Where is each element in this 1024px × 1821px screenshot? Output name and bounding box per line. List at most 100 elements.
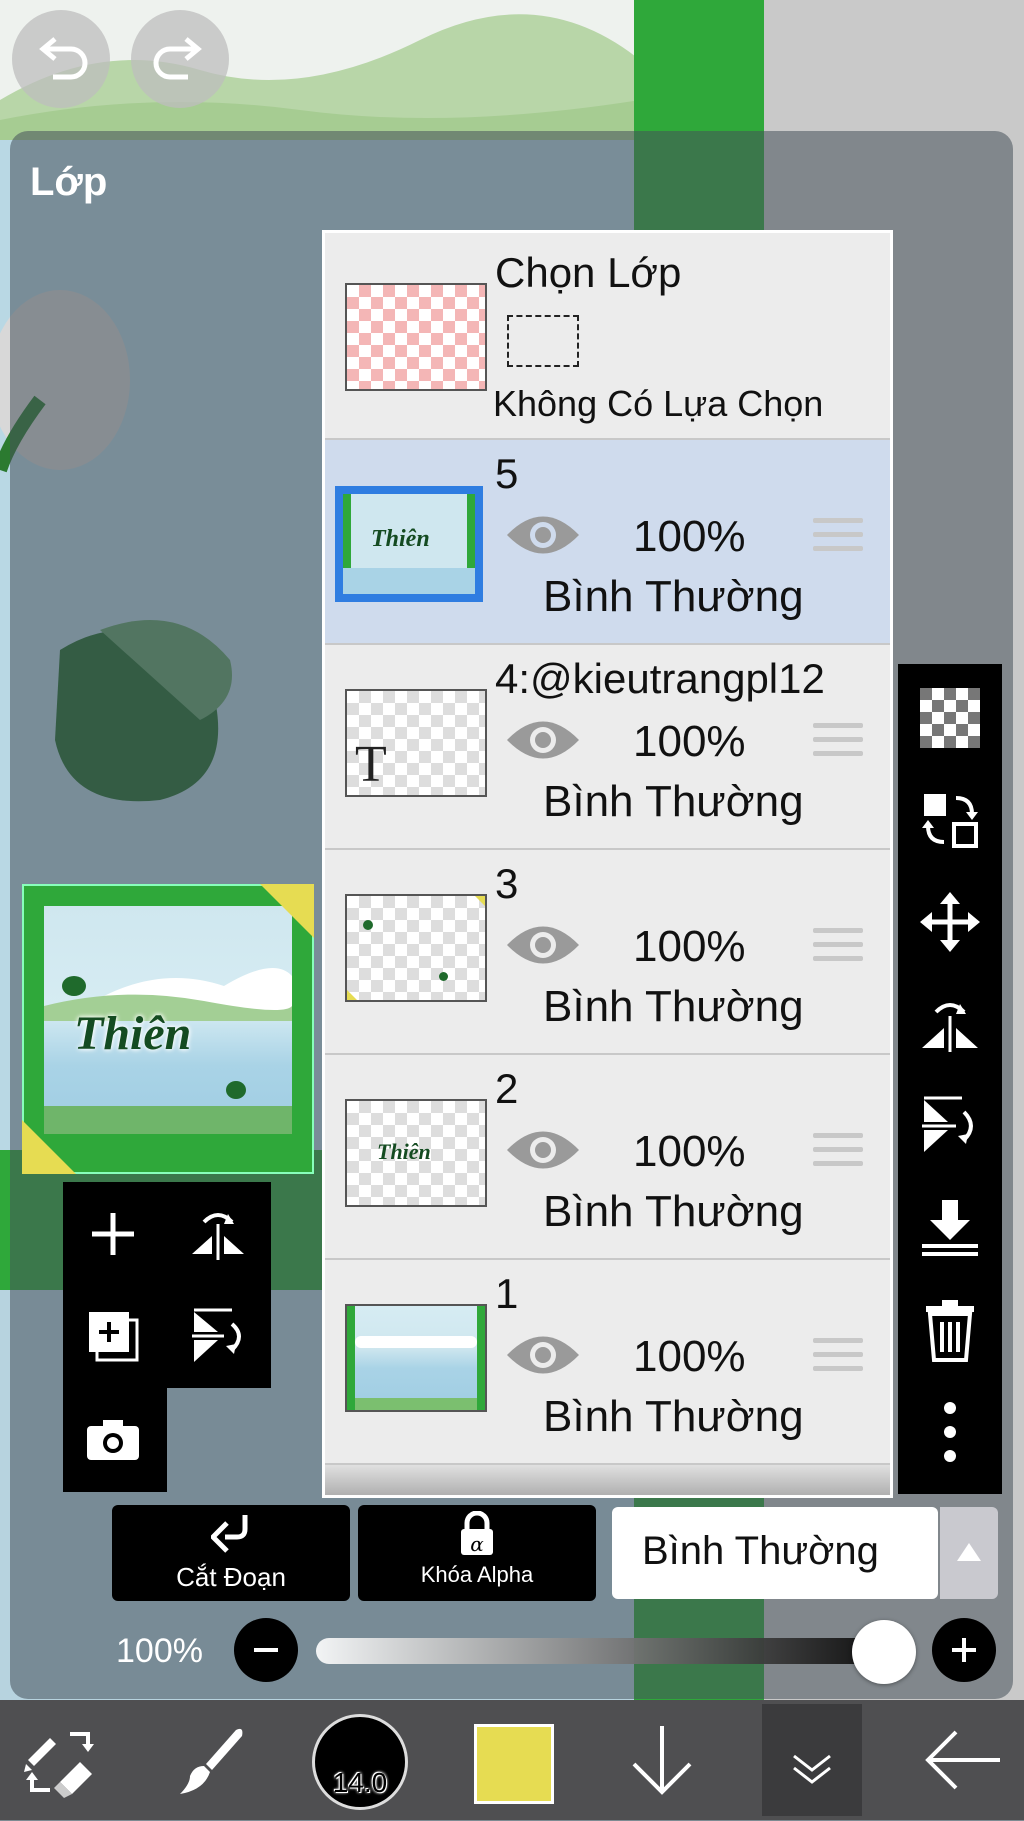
flip-horizontal-icon [922,1003,978,1052]
opacity-decrease-button[interactable] [234,1618,298,1682]
plus-icon [952,1638,976,1662]
layer-row[interactable]: Thiên 5 100% Bình Thường [325,440,890,645]
layer-opacity: 100% [633,1332,746,1381]
flip-horizontal-button[interactable] [916,990,984,1058]
layer-name: 2 [495,1065,519,1112]
layer-name: 4:@kieutrangpl12 [495,655,825,702]
preview-title-text: Thiên [74,1007,192,1060]
transparent-fill-button[interactable] [916,684,984,752]
opacity-increase-button[interactable] [932,1618,996,1682]
layer-thumbnail [345,894,487,1002]
layer-blend-mode: Bình Thường [543,982,804,1031]
layer-side-toolbar [898,664,1002,1494]
more-vertical-icon [944,1402,956,1462]
thumbnail-text: Thiên [377,1139,431,1164]
move-arrows-icon [920,892,980,952]
layer-row[interactable]: 1 100% Bình Thường [325,1260,890,1465]
undo-button[interactable] [12,10,110,108]
swap-layers-button[interactable] [916,786,984,854]
alpha-lock-button[interactable]: α Khóa Alpha [358,1505,596,1601]
arrow-left-icon [925,1730,1000,1790]
layer-name: 5 [495,450,519,497]
layer-row[interactable]: T 4:@kieutrangpl12 100% Bình Thường [325,645,890,850]
blend-mode-value: Bình Thường [642,1529,879,1573]
corner-decoration [22,1120,76,1174]
layer-blend-mode: Bình Thường [543,1187,804,1236]
flip-horizontal-button[interactable] [168,1184,268,1284]
checkerboard-icon [920,688,980,748]
more-options-button[interactable] [916,1398,984,1466]
selection-thumbnail [345,283,487,391]
canvas-preview[interactable]: Thiên [22,884,314,1174]
svg-text:α: α [470,1532,484,1556]
duplicate-layer-icon [89,1312,139,1362]
visibility-eye-icon[interactable] [505,1125,581,1175]
opacity-label: 100% [116,1632,203,1670]
layer-thumbnail: Thiên [335,486,483,602]
layer-name: 3 [495,860,519,907]
visibility-eye-icon[interactable] [505,920,581,970]
camera-icon [87,1420,139,1460]
drag-handle-icon[interactable] [813,723,863,765]
selection-layer-title: Chọn Lớp [495,249,682,296]
duplicate-layer-button[interactable] [63,1286,163,1386]
layer-row[interactable]: 3 100% Bình Thường [325,850,890,1055]
back-button[interactable] [920,1720,1006,1800]
brush-size-button[interactable]: 14.0 [312,1714,408,1810]
layer-blend-mode: Bình Thường [543,777,804,826]
layer-name: 1 [495,1270,519,1317]
selection-marquee-icon [507,315,579,367]
flip-horizontal-icon [192,1213,244,1260]
clipping-button[interactable]: Cắt Đoạn [112,1505,350,1601]
add-layer-button[interactable] [63,1184,163,1284]
layer-opacity: 100% [633,922,746,971]
merge-down-icon [922,1200,978,1256]
redo-button[interactable] [131,10,229,108]
redo-icon [153,37,202,80]
layer-row[interactable]: Thiên 2 100% Bình Thường [325,1055,890,1260]
move-button[interactable] [916,888,984,956]
thumbnail-text: Thiên [371,526,430,552]
visibility-eye-icon[interactable] [505,715,581,765]
clipping-arrow-icon [209,1515,248,1553]
transform-eraser-button[interactable] [20,1720,100,1800]
alpha-lock-label: Khóa Alpha [420,1562,534,1587]
current-color-swatch[interactable] [474,1724,554,1804]
drag-handle-icon[interactable] [813,1338,863,1380]
minus-icon [254,1648,278,1652]
layer-opacity: 100% [633,1127,746,1176]
drag-handle-icon[interactable] [813,518,863,560]
drag-handle-icon[interactable] [813,928,863,970]
camera-import-button[interactable] [63,1390,163,1490]
brush-eraser-swap-icon [24,1732,94,1798]
drag-handle-icon[interactable] [813,1133,863,1175]
delete-layer-button[interactable] [916,1296,984,1364]
opacity-slider[interactable] [316,1638,906,1664]
blend-mode-dropdown-button[interactable] [940,1507,998,1599]
brush-size-value: 14.0 [332,1767,388,1798]
layer-list[interactable]: Chọn Lớp Không Có Lựa Chọn Thiên 5 100% … [322,230,893,1498]
opacity-slider-thumb[interactable] [852,1620,916,1684]
flip-vertical-icon [922,1096,973,1152]
merge-down-button[interactable] [916,1194,984,1262]
text-layer-glyph: T [355,736,387,793]
selection-layer-row[interactable]: Chọn Lớp Không Có Lựa Chọn [325,233,890,440]
brush-tool-button[interactable] [170,1720,250,1800]
arrow-down-icon [632,1726,692,1795]
flip-vertical-icon [192,1308,241,1362]
layer-thumbnail: T [345,689,487,797]
visibility-eye-icon[interactable] [505,1330,581,1380]
visibility-eye-icon[interactable] [505,510,581,560]
scroll-down-button[interactable] [622,1720,702,1800]
collapse-panel-button[interactable] [762,1704,862,1816]
layer-blend-mode: Bình Thường [543,572,804,621]
flip-vertical-button[interactable] [168,1286,268,1386]
flip-vertical-button[interactable] [916,1092,984,1160]
double-chevron-down-icon [793,1754,831,1784]
blend-mode-select[interactable]: Bình Thường [612,1507,938,1599]
triangle-up-icon [957,1543,981,1561]
selection-layer-subtitle: Không Có Lựa Chọn [493,383,824,424]
plus-icon [92,1213,134,1255]
panel-title: Lớp [30,160,108,204]
layer-opacity: 100% [633,512,746,561]
